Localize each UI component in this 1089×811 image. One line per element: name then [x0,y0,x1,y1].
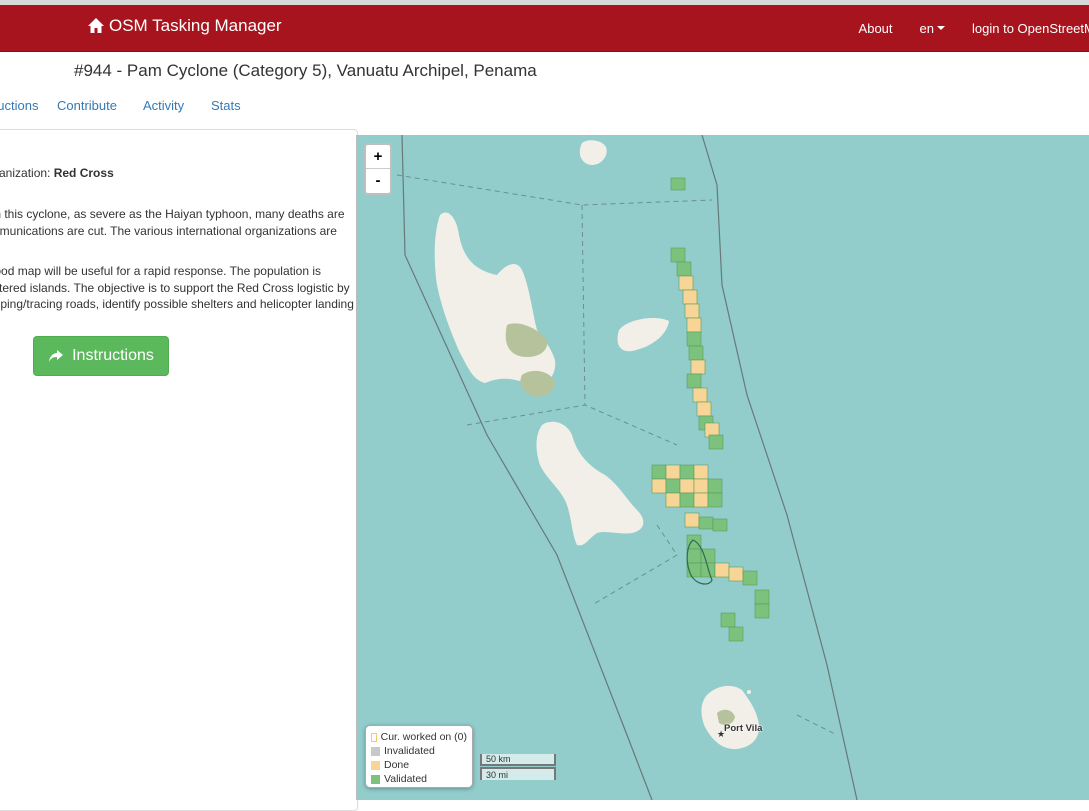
legend-row-validated: Validated [371,772,467,786]
done-swatch-icon [371,760,380,770]
language-label: en [919,20,934,36]
tab-activity[interactable]: Activity [143,98,184,113]
language-dropdown[interactable]: en [920,21,945,36]
instructions-button[interactable]: Instructions [33,336,169,376]
organization-label: Organization: [0,166,51,180]
description-line: A good map will be useful for a rapid re… [0,264,321,278]
legend-row-done: Done [371,758,467,772]
project-tabs: Instructions Contribute Activity Stats [0,98,400,118]
map-scale: 50 km 30 mi [480,754,556,780]
legend-validated-label: Validated [384,773,428,785]
brand-link[interactable]: OSM Tasking Manager [87,16,282,36]
legend-row-current: Cur. worked on (0) [371,730,467,744]
description-paragraph-2: A good map will be useful for a rapid re… [0,263,354,313]
description-line: mapping/tracing roads, identify possible… [0,297,354,311]
instructions-button-label: Instructions [72,347,154,364]
scale-km: 50 km [480,754,556,766]
legend-invalidated-label: Invalidated [384,745,435,757]
zoom-in-button[interactable]: + [366,145,390,169]
task-map[interactable]: + - Cur. worked on (0) Invalidated Done … [356,135,1089,800]
home-icon [88,18,104,33]
description-line: scattered islands. The objective is to s… [0,280,350,295]
validated-swatch-icon [371,774,380,784]
zoom-out-button[interactable]: - [366,169,390,193]
invalidated-swatch-icon [371,746,380,756]
organization-line: Organization: Red Cross [0,166,114,180]
navbar-right: About en login to OpenStreetMap [859,5,1089,51]
caret-down-icon [937,26,945,30]
legend-done-label: Done [384,759,410,771]
tab-contribute[interactable]: Contribute [57,98,117,113]
description-paragraph-1: With this cyclone, as severe as the Haiy… [0,206,345,239]
login-link[interactable]: login to OpenStreetMap [972,21,1089,36]
place-label-port-vila: Port Vila [724,723,763,734]
map-legend: Cur. worked on (0) Invalidated Done Vali… [365,725,473,788]
description-line: With this cyclone, as severe as the Haiy… [0,207,345,221]
legend-row-invalidated: Invalidated [371,744,467,758]
description-line: communications are cut. The various inte… [0,223,337,238]
organization-value: Red Cross [53,166,114,180]
map-canvas [396,135,858,800]
tab-instructions[interactable]: Instructions [0,98,38,113]
page-title: #944 - Pam Cyclone (Category 5), Vanuatu… [74,61,537,80]
current-swatch-icon [371,732,377,742]
navbar: OSM Tasking Manager About en login to Op… [0,5,1089,52]
brand-title: OSM Tasking Manager [109,16,282,35]
zoom-control: + - [364,143,392,195]
share-arrow-icon [49,350,64,362]
tab-stats[interactable]: Stats [211,98,241,113]
about-link[interactable]: About [859,21,893,36]
scale-mi: 30 mi [480,767,556,780]
project-description-panel: Organization: Red Cross With this cyclon… [0,129,358,811]
legend-current-label: Cur. worked on (0) [380,731,467,743]
